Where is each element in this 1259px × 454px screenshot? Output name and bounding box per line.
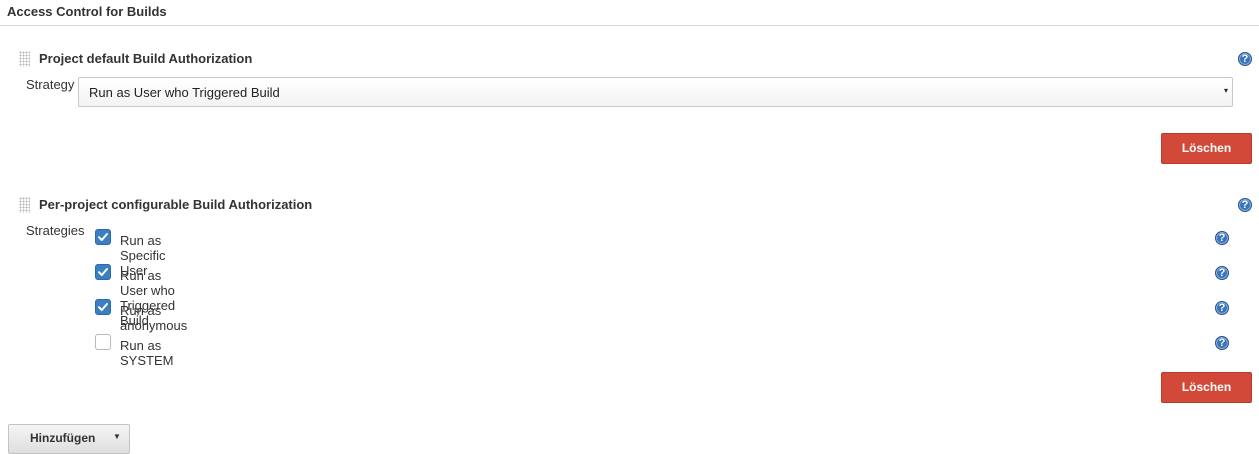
checkbox-run-as-user-who-triggered-build[interactable] [95,264,111,280]
checkbox-run-as-system[interactable] [95,334,111,350]
add-button-label: Hinzufügen [30,431,96,445]
checkmark-icon [98,303,108,311]
per-project-title: Per-project configurable Build Authoriza… [39,197,313,212]
section-title: Access Control for Builds [7,4,167,19]
help-icon[interactable]: ? [1238,198,1252,212]
option-label: Run as anonymous [120,303,188,333]
help-icon[interactable]: ? [1215,231,1229,245]
strategy-label: Strategy [26,77,75,92]
checkbox-run-as-anonymous[interactable] [95,299,111,315]
help-icon[interactable]: ? [1215,266,1229,280]
strategy-select[interactable]: Run as User who Triggered Build ▾ [78,77,1233,107]
drag-handle-icon[interactable] [19,51,30,67]
strategy-select-value: Run as User who Triggered Build [89,85,280,100]
checkmark-icon [98,268,108,276]
checkbox-run-as-specific-user[interactable] [95,229,111,245]
add-button[interactable]: Hinzufügen ▼ [8,424,130,454]
strategies-label: Strategies [26,223,85,238]
option-label: Run as SYSTEM [120,338,174,368]
checkmark-icon [98,233,108,241]
help-icon[interactable]: ? [1215,336,1229,350]
dropdown-arrow-icon: ▼ [113,432,121,441]
delete-button-project-default[interactable]: Löschen [1161,133,1252,164]
drag-handle-icon[interactable] [19,197,30,213]
dropdown-arrow-icon: ▾ [1223,86,1228,95]
section-divider [0,25,1259,26]
help-icon[interactable]: ? [1238,52,1252,66]
help-icon[interactable]: ? [1215,301,1229,315]
delete-button-per-project[interactable]: Löschen [1161,372,1252,403]
project-default-title: Project default Build Authorization [39,51,253,66]
